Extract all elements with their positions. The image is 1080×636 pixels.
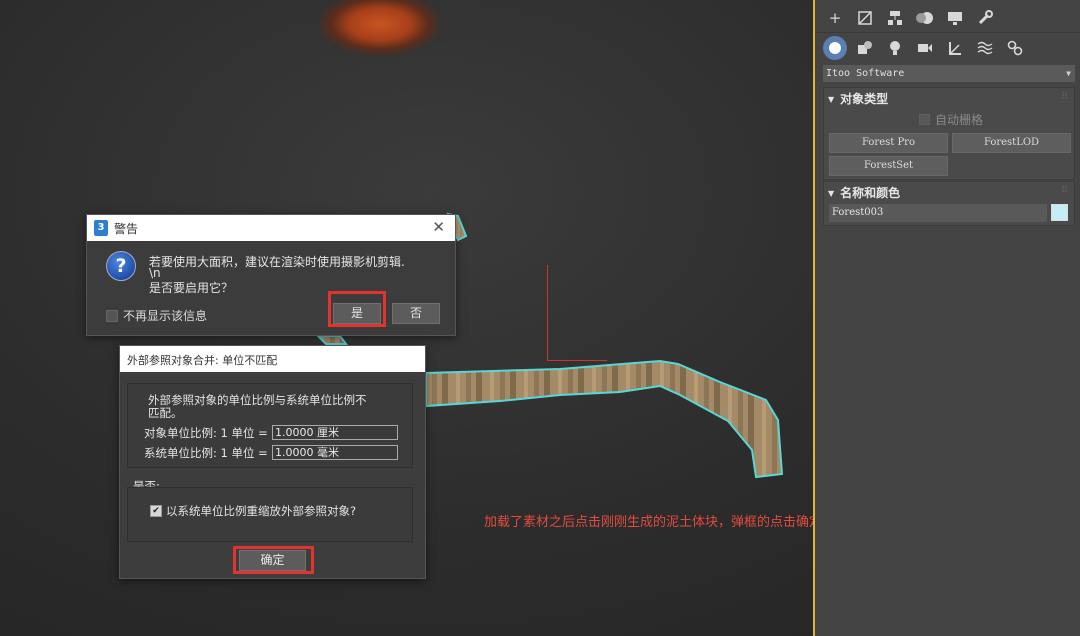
tutorial-annotation: 加载了素材之后点击刚刚生成的泥土体块，弹框的点击确定 <box>484 515 823 530</box>
dont-show-check-box[interactable] <box>106 309 118 322</box>
motion-icon[interactable] <box>913 6 937 30</box>
hierarchy-icon[interactable] <box>883 6 907 30</box>
warning-dialog-title: 警告 <box>114 222 139 236</box>
warning-message-line1: 若要使用大面积，建议在渲染时使用摄影机剪辑. <box>149 255 405 269</box>
warning-dialog-titlebar[interactable]: 3 警告 ✕ <box>87 215 455 241</box>
lights-icon[interactable] <box>883 36 907 60</box>
system-scale-field: 1.0000 毫米 <box>272 445 398 460</box>
create-icon[interactable]: + <box>823 6 847 30</box>
dont-show-again-checkbox[interactable]: 不再显示该信息 <box>106 307 207 324</box>
unit-dialog-title: 外部参照对象合并: 单位不匹配 <box>127 354 278 367</box>
unit-info-group: 外部参照对象的单位比例与系统单位比例不 匹配。 对象单位比例: 1 单位 = 1… <box>127 383 413 468</box>
helpers-icon[interactable] <box>943 36 967 60</box>
chevron-down-icon: ▼ <box>1066 69 1071 78</box>
object-name-field[interactable]: Forest003 <box>829 204 1047 222</box>
rollout-object-type: ▼ 对象类型 ⠿ 自动栅格 Forest Pro ForestLOD Forest… <box>823 87 1075 180</box>
rollout-name-and-color: ▼ 名称和颜色 ⠿ Forest003 <box>823 181 1075 226</box>
warning-message-line3: 是否要启用它？ <box>149 281 234 295</box>
question-icon: ? <box>106 251 136 281</box>
rescale-label: 以系统单位比例重缩放外部参照对象? <box>166 504 357 518</box>
rollout-title-object-type[interactable]: ▼ 对象类型 <box>828 90 888 107</box>
object-scale-field: 1.0000 厘米 <box>272 425 398 440</box>
grip-icon: ⠿ <box>1061 186 1068 196</box>
geometry-icon[interactable] <box>823 36 847 60</box>
warning-dialog: 3 警告 ✕ ? 若要使用大面积，建议在渲染时使用摄影机剪辑. \n 是否要启用… <box>86 214 456 336</box>
warning-message-line2: \n <box>149 266 161 280</box>
no-button[interactable]: 否 <box>392 303 440 324</box>
command-panel-tabs: + <box>823 6 997 30</box>
collapse-triangle-icon: ▼ <box>828 189 835 198</box>
spacewarps-icon[interactable] <box>973 36 997 60</box>
rollout-title-name-and-color[interactable]: ▼ 名称和颜色 <box>828 184 900 201</box>
utilities-icon[interactable] <box>973 6 997 30</box>
mud-path-main[interactable] <box>425 359 784 479</box>
rescale-checkbox[interactable]: ✔ <box>150 505 162 517</box>
toolbar-divider <box>815 32 1080 33</box>
category-dropdown[interactable]: Itoo Software ▼ <box>823 65 1075 82</box>
forestlod-button[interactable]: ForestLOD <box>952 133 1071 153</box>
highlight-box-ok <box>233 546 314 574</box>
object-scale-label: 对象单位比例: 1 单位 = <box>144 426 268 440</box>
display-icon[interactable] <box>943 6 967 30</box>
highlight-box-yes <box>328 291 386 327</box>
system-scale-label: 系统单位比例: 1 单位 = <box>144 446 268 460</box>
close-icon[interactable]: ✕ <box>432 218 445 236</box>
grip-icon: ⠿ <box>1061 92 1068 102</box>
cameras-icon[interactable] <box>913 36 937 60</box>
unit-desc-line2: 匹配。 <box>148 406 183 420</box>
command-panel: + Itoo Software ▼ ▼ 对象类型 ⠿ 自动栅格 Forest P… <box>815 0 1080 636</box>
mud-fragment-middle <box>315 335 348 345</box>
autogrid-checkbox[interactable]: 自动栅格 <box>919 111 983 128</box>
forest-pro-button[interactable]: Forest Pro <box>829 133 948 153</box>
autogrid-label: 自动栅格 <box>935 113 984 127</box>
object-color-swatch[interactable] <box>1051 204 1068 221</box>
systems-icon[interactable] <box>1003 36 1027 60</box>
dont-show-label: 不再显示该信息 <box>123 309 208 323</box>
unit-dialog-titlebar[interactable]: 外部参照对象合并: 单位不匹配 <box>120 346 425 372</box>
unit-mismatch-dialog: 外部参照对象合并: 单位不匹配 外部参照对象的单位比例与系统单位比例不 匹配。 … <box>119 345 426 579</box>
modify-icon[interactable] <box>853 6 877 30</box>
category-dropdown-value: Itoo Software <box>826 68 905 79</box>
shapes-icon[interactable] <box>853 36 877 60</box>
collapse-triangle-icon: ▼ <box>828 95 835 104</box>
forestset-button[interactable]: ForestSet <box>829 156 948 176</box>
app-logo-icon: 3 <box>94 220 108 236</box>
autogrid-check-box[interactable] <box>919 114 930 125</box>
create-category-tabs <box>823 36 1027 60</box>
